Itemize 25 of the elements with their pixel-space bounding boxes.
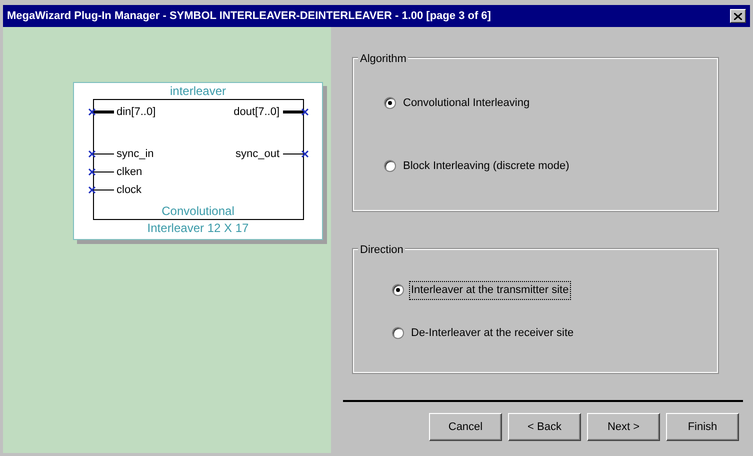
symbol-caption: Interleaver 12 X 17 [147,220,249,236]
radio-button[interactable] [392,326,404,339]
radio-button[interactable] [392,284,404,296]
port-label: clock [116,183,142,198]
dialog-button[interactable]: Cancel [429,413,502,441]
radio-label: De-Interleaver at the receiver site [410,326,575,340]
port-label: clken [116,165,142,180]
close-button[interactable] [730,9,746,23]
radio-label: Block Interleaving (discrete mode) [402,158,570,174]
group-title: Algorithm [358,51,408,68]
dialog-button[interactable]: < Back [508,413,581,441]
dialog-button[interactable]: Finish [666,413,739,441]
window-title: MegaWizard Plug-In Manager - SYMBOL INTERLEAVER-DEINTERLEAVER - 1.00 [page 3 of 6] [7,8,491,24]
port-label: dout[7..0] [234,105,280,120]
close-icon [734,12,742,20]
radio-label: Convolutional Interleaving [402,96,531,111]
port-label: din[7..0] [116,105,156,120]
radio-button[interactable] [384,97,396,110]
port-label: sync_out [235,147,280,162]
dialog-button[interactable]: Next > [587,413,660,441]
symbol-caption: Convolutional [162,203,234,219]
radio-button[interactable] [384,160,396,172]
radio-label: Interleaver at the transmitter site [410,282,570,298]
port-label: sync_in [116,147,154,162]
symbol-title: interleaver [170,83,226,99]
